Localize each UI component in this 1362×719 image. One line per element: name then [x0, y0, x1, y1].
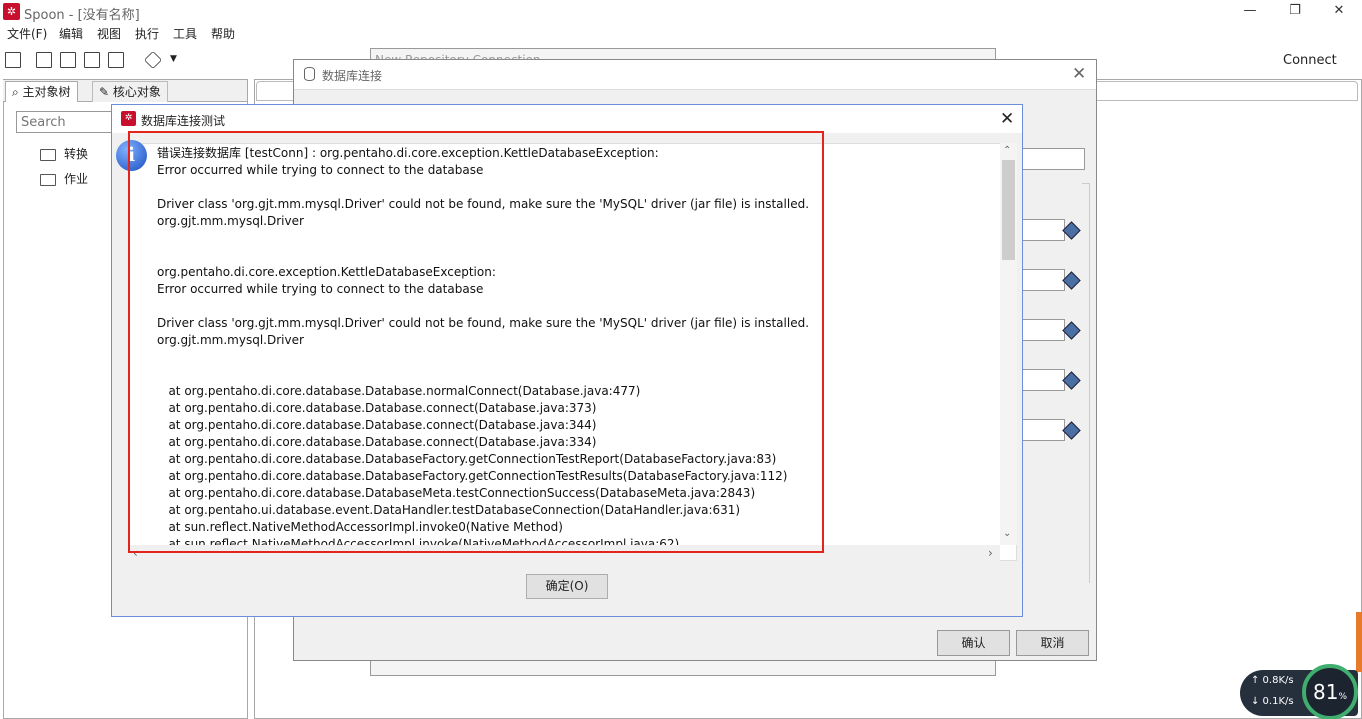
- spoon-logo-icon: ✲: [3, 3, 20, 20]
- scroll-up-icon[interactable]: ⌃: [1003, 145, 1011, 156]
- menu-file[interactable]: 文件(F): [7, 25, 47, 42]
- save-as-icon[interactable]: [108, 52, 124, 68]
- port-field[interactable]: [1022, 319, 1065, 341]
- download-speed: ↓ 0.1K/s: [1251, 696, 1294, 707]
- close-button[interactable]: ✕: [1316, 0, 1362, 24]
- connect-button[interactable]: Connect: [1283, 53, 1337, 68]
- tree-item-label: 转换: [64, 147, 89, 161]
- username-field[interactable]: [1022, 369, 1065, 391]
- explore-repo-icon[interactable]: [60, 52, 76, 68]
- db-dialog-title: 数据库连接: [322, 69, 383, 83]
- upload-speed: ↑ 0.8K/s: [1251, 675, 1294, 686]
- menu-run[interactable]: 执行: [135, 25, 159, 42]
- test-dialog-title: 数据库连接测试: [141, 114, 226, 128]
- db-confirm-button[interactable]: 确认: [937, 630, 1010, 656]
- open-folder-icon[interactable]: [36, 52, 52, 68]
- db-settings-frame: [1082, 183, 1090, 583]
- host-field[interactable]: [1022, 219, 1065, 241]
- vertical-scroll-thumb[interactable]: [1002, 160, 1015, 260]
- gauge-value: 81: [1312, 680, 1339, 704]
- test-dialog-ok-button[interactable]: 确定(O): [526, 574, 608, 599]
- window-title: Spoon - [没有名称]: [24, 8, 140, 23]
- connection-name-field[interactable]: [1022, 148, 1085, 170]
- tree-item-transformation[interactable]: 转换: [40, 145, 88, 162]
- gauge-unit: %: [1338, 692, 1347, 702]
- search-tree-icon: ⌕: [12, 85, 23, 99]
- tab-core-objects[interactable]: ✎ 核心对象: [92, 81, 168, 102]
- menu-view[interactable]: 视图: [97, 25, 121, 42]
- tree-item-job[interactable]: 作业: [40, 170, 88, 187]
- db-dialog-close-icon[interactable]: ✕: [1072, 64, 1086, 84]
- window-titlebar: [0, 0, 1362, 24]
- new-file-icon[interactable]: [5, 52, 21, 68]
- side-indicator: [1356, 612, 1362, 672]
- chevron-down-icon[interactable]: ▼: [170, 54, 177, 64]
- folder-icon: [40, 173, 56, 186]
- menu-edit[interactable]: 编辑: [59, 25, 83, 42]
- pencil-icon: ✎: [99, 85, 113, 99]
- tab-core-objects-label: 核心对象: [112, 85, 161, 99]
- folder-icon: [40, 148, 56, 161]
- menu-tools[interactable]: 工具: [173, 25, 197, 42]
- test-dialog-close-icon[interactable]: ✕: [1000, 109, 1014, 129]
- minimize-button[interactable]: —: [1227, 0, 1273, 24]
- tab-main-tree[interactable]: ⌕ 主对象树: [5, 81, 78, 102]
- password-field[interactable]: [1022, 419, 1065, 441]
- db-cancel-button[interactable]: 取消: [1016, 630, 1089, 656]
- highlight-annotation-box: [128, 131, 824, 553]
- database-icon: [304, 67, 315, 81]
- memory-gauge[interactable]: 81%: [1302, 664, 1358, 719]
- spoon-logo-icon: ✲: [121, 111, 136, 126]
- database-field[interactable]: [1022, 269, 1065, 291]
- menu-bar: [0, 24, 1362, 44]
- search-input[interactable]: [16, 111, 116, 133]
- menu-help[interactable]: 帮助: [211, 25, 235, 42]
- db-dialog-titlebar: [294, 60, 1096, 90]
- save-icon[interactable]: [84, 52, 100, 68]
- tab-main-tree-label: 主对象树: [22, 85, 71, 99]
- test-dialog-titlebar: [112, 105, 1022, 133]
- scroll-right-icon[interactable]: ›: [988, 546, 993, 560]
- restore-button[interactable]: ❐: [1272, 0, 1318, 24]
- scroll-down-icon[interactable]: ⌄: [1003, 528, 1011, 539]
- tree-item-label: 作业: [64, 172, 89, 186]
